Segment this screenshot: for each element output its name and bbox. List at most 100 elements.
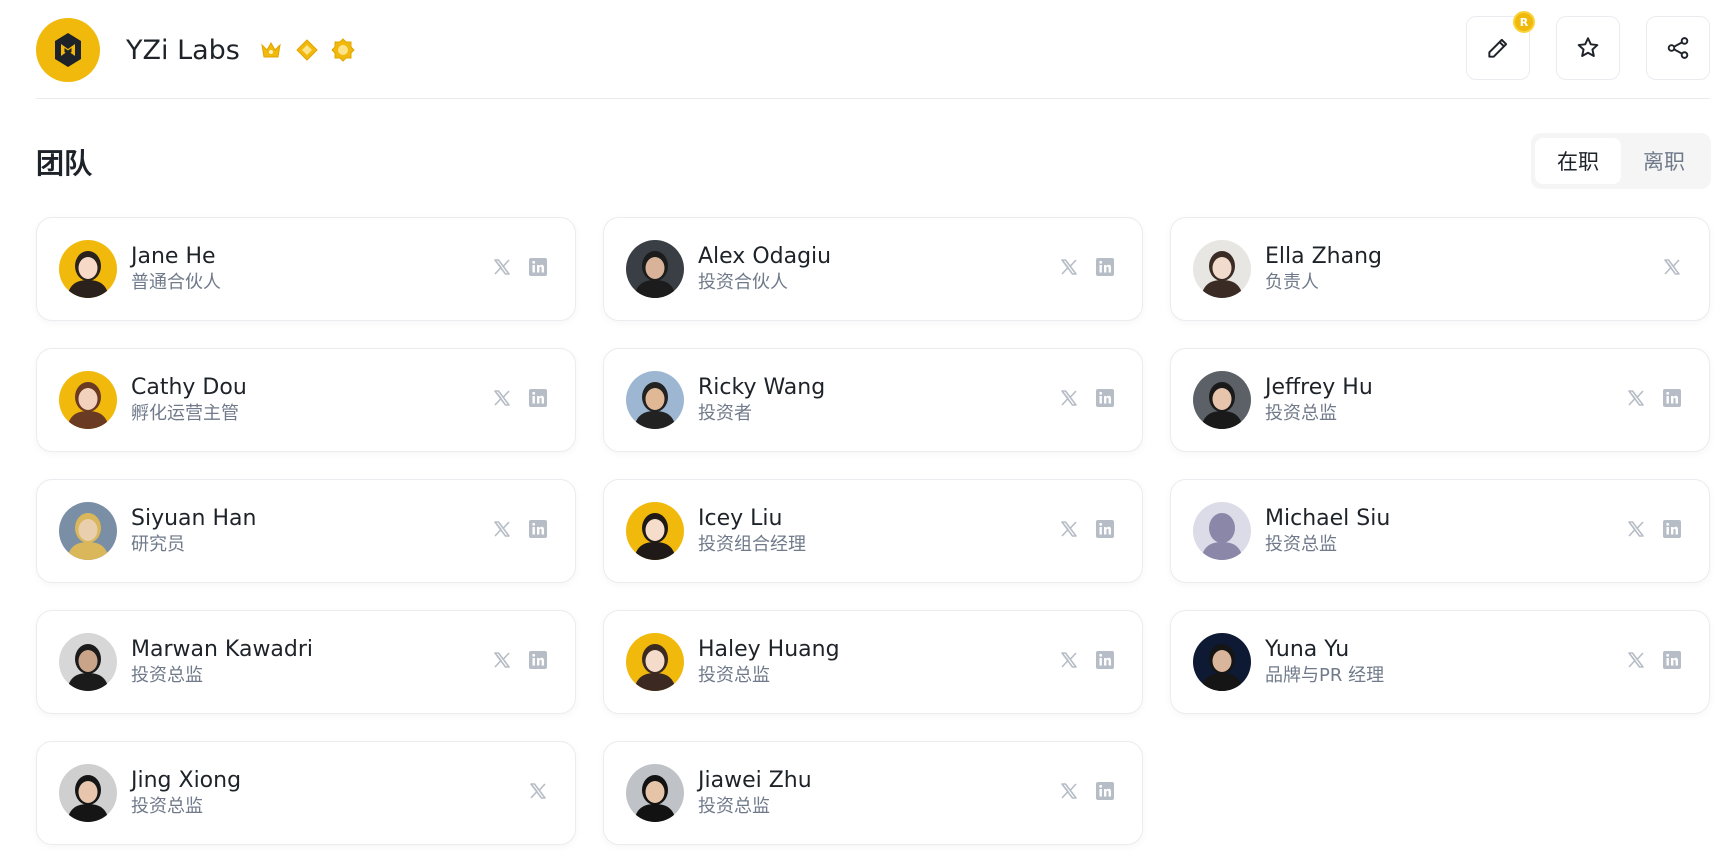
team-member-card[interactable]: Jiawei Zhu 投资总监 — [603, 741, 1143, 845]
member-info: Cathy Dou 孵化运营主管 — [131, 374, 247, 426]
x-twitter-icon[interactable] — [1625, 518, 1647, 540]
header-actions: R — [1466, 11, 1710, 80]
member-name[interactable]: Cathy Dou — [131, 374, 247, 402]
linkedin-icon[interactable] — [1661, 649, 1683, 671]
social-links — [1058, 780, 1116, 802]
linkedin-icon[interactable] — [1094, 780, 1116, 802]
avatar — [1193, 502, 1251, 560]
team-member-card[interactable]: Jing Xiong 投资总监 — [36, 741, 576, 845]
social-links — [491, 387, 549, 409]
diamond-badge-icon[interactable] — [294, 37, 320, 63]
social-links — [1058, 387, 1116, 409]
member-info: Michael Siu 投资总监 — [1265, 505, 1390, 557]
member-role: 投资总监 — [1265, 403, 1337, 424]
x-twitter-icon[interactable] — [491, 256, 513, 278]
avatar — [626, 764, 684, 822]
member-name[interactable]: Ella Zhang — [1265, 243, 1382, 271]
edit-button[interactable]: R — [1466, 11, 1535, 80]
member-role: 投资总监 — [131, 796, 203, 817]
tab-former[interactable]: 离职 — [1621, 138, 1707, 184]
member-name[interactable]: Michael Siu — [1265, 505, 1390, 533]
member-name[interactable]: Alex Odagiu — [698, 243, 831, 271]
share-button[interactable] — [1646, 16, 1710, 80]
team-member-card[interactable]: Marwan Kawadri 投资总监 — [36, 610, 576, 714]
team-member-card[interactable]: Siyuan Han 研究员 — [36, 479, 576, 583]
linkedin-icon[interactable] — [527, 387, 549, 409]
x-twitter-icon[interactable] — [1625, 387, 1647, 409]
profile-header: YZi Labs R — [36, 11, 1710, 86]
x-twitter-icon[interactable] — [1058, 518, 1080, 540]
linkedin-icon[interactable] — [527, 256, 549, 278]
linkedin-icon[interactable] — [1094, 256, 1116, 278]
linkedin-icon[interactable] — [1661, 387, 1683, 409]
member-name[interactable]: Jing Xiong — [131, 767, 241, 795]
member-info: Jane He 普通合伙人 — [131, 243, 221, 295]
member-info: Jing Xiong 投资总监 — [131, 767, 241, 819]
linkedin-icon[interactable] — [1094, 649, 1116, 671]
avatar — [1193, 371, 1251, 429]
avatar — [59, 633, 117, 691]
avatar — [626, 371, 684, 429]
x-twitter-icon[interactable] — [1661, 256, 1683, 278]
member-info: Ella Zhang 负责人 — [1265, 243, 1382, 295]
member-info: Jeffrey Hu 投资总监 — [1265, 374, 1373, 426]
member-name[interactable]: Haley Huang — [698, 636, 840, 664]
member-name[interactable]: Marwan Kawadri — [131, 636, 313, 664]
x-twitter-icon[interactable] — [1058, 256, 1080, 278]
social-links — [1661, 256, 1683, 278]
medal-badge-icon[interactable] — [330, 37, 356, 63]
team-member-card[interactable]: Icey Liu 投资组合经理 — [603, 479, 1143, 583]
x-twitter-icon[interactable] — [1058, 780, 1080, 802]
linkedin-icon[interactable] — [527, 649, 549, 671]
avatar — [626, 502, 684, 560]
star-icon — [1577, 37, 1599, 57]
avatar — [59, 371, 117, 429]
team-member-card[interactable]: Jane He 普通合伙人 — [36, 217, 576, 321]
team-member-card[interactable]: Haley Huang 投资总监 — [603, 610, 1143, 714]
tab-current[interactable]: 在职 — [1535, 138, 1621, 184]
member-info: Haley Huang 投资总监 — [698, 636, 840, 688]
team-member-card[interactable]: Jeffrey Hu 投资总监 — [1170, 348, 1710, 452]
team-member-card[interactable]: Ella Zhang 负责人 — [1170, 217, 1710, 321]
team-member-card[interactable]: Yuna Yu 品牌与PR 经理 — [1170, 610, 1710, 714]
social-links — [527, 780, 549, 802]
member-name[interactable]: Ricky Wang — [698, 374, 825, 402]
x-twitter-icon[interactable] — [1625, 649, 1647, 671]
member-name[interactable]: Jane He — [131, 243, 221, 271]
member-name[interactable]: Icey Liu — [698, 505, 806, 533]
team-member-card[interactable]: Alex Odagiu 投资合伙人 — [603, 217, 1143, 321]
x-twitter-icon[interactable] — [491, 518, 513, 540]
favorite-button[interactable] — [1556, 16, 1620, 80]
member-role: 负责人 — [1265, 272, 1319, 293]
member-role: 投资者 — [698, 403, 752, 424]
team-grid: Jane He 普通合伙人 Alex Odagiu 投资合伙人 Ella Zhang 负责… — [36, 217, 1710, 845]
member-name[interactable]: Yuna Yu — [1265, 636, 1384, 664]
member-info: Ricky Wang 投资者 — [698, 374, 825, 426]
member-info: Siyuan Han 研究员 — [131, 505, 256, 557]
crown-badge-icon[interactable] — [258, 37, 284, 63]
linkedin-icon[interactable] — [1094, 518, 1116, 540]
member-name[interactable]: Jiawei Zhu — [698, 767, 812, 795]
member-name[interactable]: Siyuan Han — [131, 505, 256, 533]
member-info: Icey Liu 投资组合经理 — [698, 505, 806, 557]
x-twitter-icon[interactable] — [491, 649, 513, 671]
team-member-card[interactable]: Ricky Wang 投资者 — [603, 348, 1143, 452]
social-links — [1625, 649, 1683, 671]
team-member-card[interactable]: Michael Siu 投资总监 — [1170, 479, 1710, 583]
member-name[interactable]: Jeffrey Hu — [1265, 374, 1373, 402]
team-member-card[interactable]: Cathy Dou 孵化运营主管 — [36, 348, 576, 452]
social-links — [491, 256, 549, 278]
linkedin-icon[interactable] — [527, 518, 549, 540]
x-twitter-icon[interactable] — [1058, 387, 1080, 409]
x-twitter-icon[interactable] — [491, 387, 513, 409]
linkedin-icon[interactable] — [1094, 387, 1116, 409]
x-twitter-icon[interactable] — [1058, 649, 1080, 671]
member-role: 品牌与PR 经理 — [1265, 665, 1385, 686]
avatar — [59, 240, 117, 298]
avatar — [1193, 240, 1251, 298]
x-twitter-icon[interactable] — [527, 780, 549, 802]
member-role: 投资总监 — [698, 665, 770, 686]
social-links — [1058, 256, 1116, 278]
linkedin-icon[interactable] — [1661, 518, 1683, 540]
share-icon — [1667, 37, 1689, 59]
